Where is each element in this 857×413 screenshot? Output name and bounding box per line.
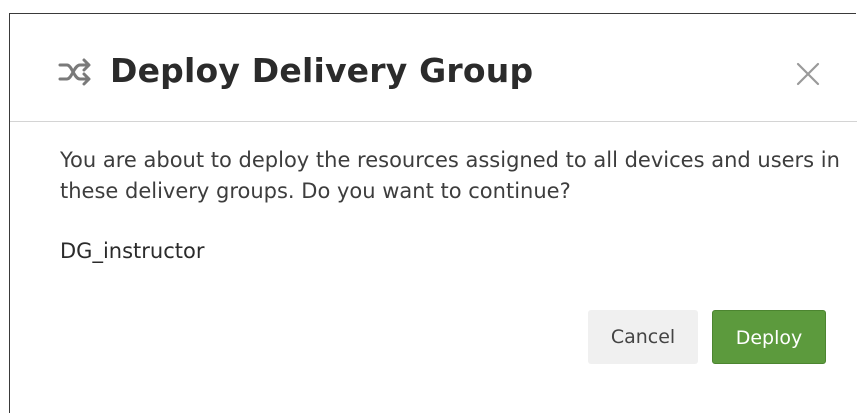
delivery-group-name: DG_instructor bbox=[60, 239, 205, 263]
dialog-header: Deploy Delivery Group bbox=[10, 14, 857, 122]
dialog-title: Deploy Delivery Group bbox=[110, 51, 534, 90]
cancel-button[interactable]: Cancel bbox=[588, 310, 698, 364]
close-icon[interactable] bbox=[794, 60, 822, 88]
shuffle-icon bbox=[58, 58, 91, 86]
deploy-delivery-group-dialog: Deploy Delivery Group You are about to d… bbox=[9, 13, 857, 413]
confirmation-message: You are about to deploy the resources as… bbox=[60, 148, 840, 203]
deploy-button[interactable]: Deploy bbox=[712, 310, 826, 364]
